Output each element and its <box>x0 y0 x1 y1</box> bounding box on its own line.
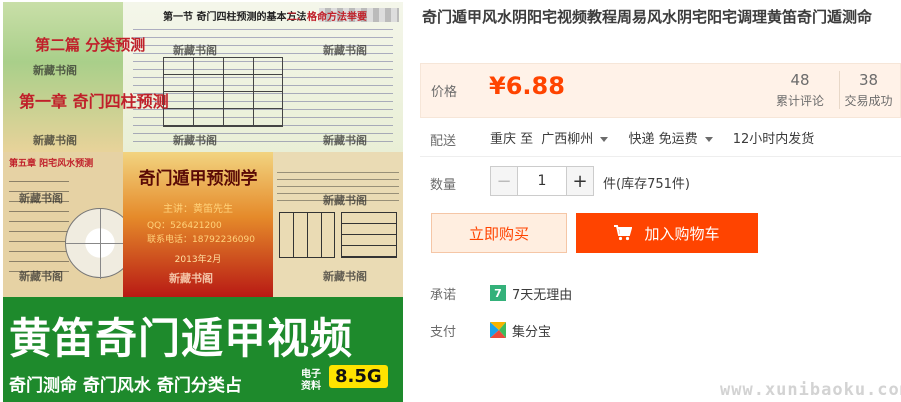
banner-title: 黄笛奇门遁甲视频 <box>9 314 354 363</box>
sales-label: 交易成功 <box>844 94 893 108</box>
add-to-cart-button[interactable]: 加入购物车 <box>576 213 758 253</box>
quantity-decrease-button[interactable]: − <box>490 166 518 196</box>
price-label: 价格 <box>431 85 458 100</box>
image-tile-book-cover: 奇门遁甲预测学 主讲：黄笛先生 QQ：526421200 联系电话：187922… <box>123 152 273 297</box>
chapter-label-1: 第一章 奇门四柱预测 <box>19 92 169 111</box>
buy-now-button[interactable]: 立即购买 <box>431 213 567 253</box>
shipping-label: 配送 <box>430 134 457 149</box>
document-chart-grid <box>163 57 283 127</box>
buy-now-label: 立即购买 <box>468 224 529 243</box>
chapter-label-2: 第二篇 分类预测 <box>35 36 146 54</box>
banner-subtitle: 奇门测命 奇门风水 奇门分类占 <box>9 376 242 396</box>
site-watermark: www.xunibaoku.com <box>720 380 901 400</box>
book-phone: 联系电话：18792236090 <box>147 235 255 245</box>
image-watermark: 新藏书阁 <box>323 134 367 147</box>
image-banner: 黄笛奇门遁甲视频 奇门测命 奇门风水 奇门分类占 电子资料 8.5G <box>3 297 403 402</box>
price-box: 价格 ¥6.88 48 累计评论 38 交易成功 <box>420 63 901 118</box>
destination-value: 广西柳州 <box>541 132 594 147</box>
compass-diagram <box>65 208 123 279</box>
quantity-increase-button[interactable]: + <box>566 166 594 196</box>
price-value: ¥6.88 <box>489 72 565 100</box>
quantity-input[interactable]: 1 <box>518 166 566 196</box>
jifenbao-icon <box>490 322 506 338</box>
cart-icon <box>614 225 633 241</box>
payment-label: 支付 <box>430 325 457 340</box>
quantity-stepper: − 1 + <box>490 166 594 196</box>
reviews-count: 48 <box>790 71 810 89</box>
shipping-method-value: 快递 免运费 <box>628 132 698 147</box>
quantity-label: 数量 <box>430 178 457 193</box>
stock-info: 件(库存751件) <box>603 177 690 192</box>
document-table <box>279 212 335 258</box>
image-watermark: 新藏书阁 <box>19 192 63 205</box>
document-text-lines <box>9 172 69 272</box>
document-table <box>341 212 397 258</box>
book-date: 2013年2月 <box>174 255 222 265</box>
product-main-image[interactable]: 第一节 奇门四柱预测的基本方法 二、格命方法举要 第二篇 分类预测 第一章 奇门… <box>3 2 403 402</box>
dispatch-time: 12小时内发货 <box>732 132 815 147</box>
image-watermark: 新藏书阁 <box>323 44 367 57</box>
promise-label: 承诺 <box>430 288 457 303</box>
destination-select[interactable]: 广西柳州 <box>541 132 620 147</box>
promise-text: 7天无理由 <box>512 287 573 303</box>
sales-count: 38 <box>858 71 879 89</box>
section-heading-2: 二、格命方法举要 <box>287 12 367 23</box>
book-title: 奇门遁甲预测学 <box>138 169 258 189</box>
image-watermark: 新藏书阁 <box>33 134 77 147</box>
image-tile-chapters: 第一节 奇门四柱预测的基本方法 二、格命方法举要 第二篇 分类预测 第一章 奇门… <box>3 2 403 152</box>
promise-item[interactable]: 7 7天无理由 <box>490 283 572 303</box>
image-watermark: 新藏书阁 <box>19 270 63 283</box>
image-watermark: 新藏书阁 <box>323 194 367 207</box>
shipping-method-select[interactable]: 快递 免运费 <box>628 132 724 147</box>
divider <box>420 156 901 157</box>
mid-left-heading: 第五章 阳宅风水预测 <box>9 159 94 169</box>
banner-size-badge: 8.5G <box>329 365 388 388</box>
reviews-stat[interactable]: 48 累计评论 <box>771 71 829 109</box>
section-heading: 第一节 奇门四柱预测的基本方法 <box>163 12 307 23</box>
product-info-panel: 奇门遁甲风水阴阳宅视频教程周易风水阴宅阳宅调理黄笛奇门遁测命 价格 ¥6.88 … <box>420 0 901 402</box>
chevron-down-icon <box>600 137 609 142</box>
book-qq: QQ：526421200 <box>147 221 222 231</box>
image-watermark: 新藏书阁 <box>173 134 217 147</box>
reviews-label: 累计评论 <box>775 94 824 108</box>
seven-day-return-icon: 7 <box>490 285 506 301</box>
book-author: 主讲：黄笛先生 <box>163 204 233 215</box>
payment-text: 集分宝 <box>512 324 552 340</box>
shipping-row: 重庆 至 广西柳州 快递 免运费 12小时内发货 <box>490 128 818 147</box>
payment-item[interactable]: 集分宝 <box>490 320 551 340</box>
image-tile-fengshui: 第五章 阳宅风水预测 新藏书阁 新藏书阁 <box>3 152 123 297</box>
image-watermark: 新藏书阁 <box>33 64 77 77</box>
image-watermark: 新藏书阁 <box>323 270 367 283</box>
chevron-down-icon <box>704 137 713 142</box>
product-title: 奇门遁甲风水阴阳宅视频教程周易风水阴宅阳宅调理黄笛奇门遁测命 <box>422 8 873 26</box>
image-watermark: 新藏书阁 <box>173 44 217 57</box>
banner-badge-label: 电子资料 <box>301 369 321 392</box>
shipping-origin: 重庆 至 <box>490 132 534 147</box>
sales-stat: 38 交易成功 <box>839 71 897 109</box>
image-watermark: 新藏书阁 <box>169 272 213 285</box>
image-tile-tables: 新藏书阁 新藏书阁 <box>273 152 403 297</box>
add-to-cart-label: 加入购物车 <box>644 224 720 243</box>
